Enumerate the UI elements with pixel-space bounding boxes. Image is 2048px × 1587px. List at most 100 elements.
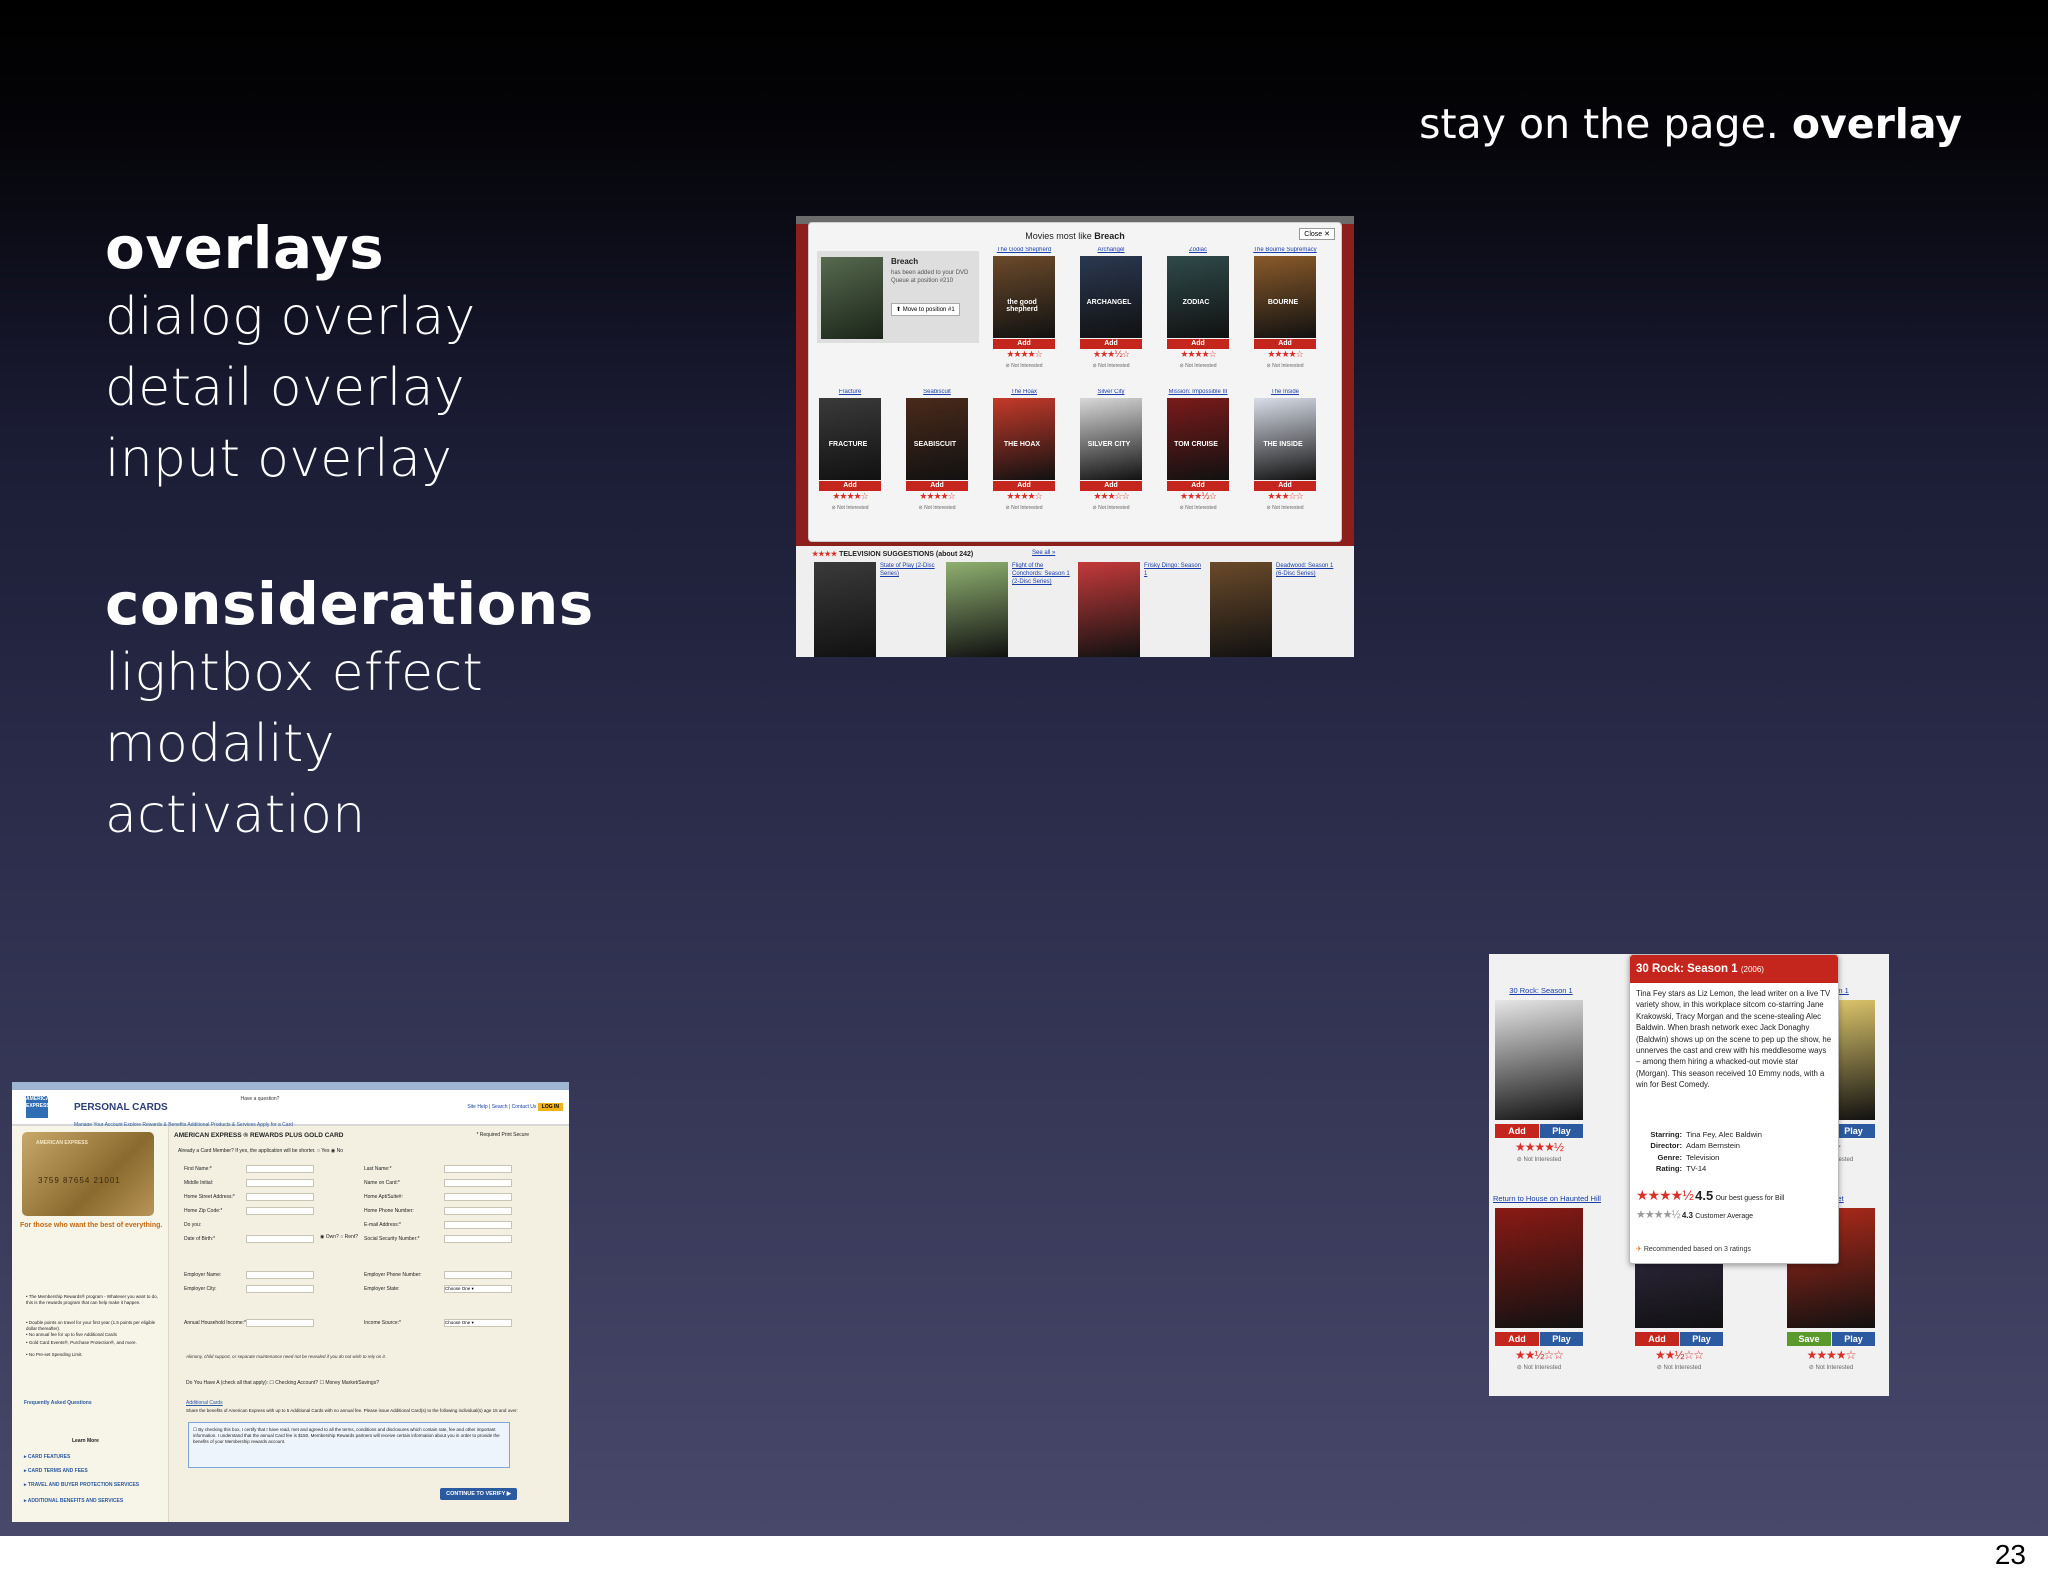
movie-card[interactable]: 30 Rock: Season 1 Add Play ★★★★½ ⊘ Not Inter… [1493, 986, 1589, 1166]
movie-poster[interactable] [1254, 398, 1316, 480]
additional-cards-link[interactable]: Additional Cards [186, 1400, 223, 1406]
star-rating[interactable]: ★★★★☆ [1787, 1348, 1875, 1362]
tv-title-link[interactable]: Deadwood: Season 1 (6-Disc Series) [1276, 562, 1334, 578]
movie-poster[interactable] [1167, 398, 1229, 480]
star-rating[interactable]: ★★★★½ [1495, 1140, 1583, 1154]
movie-card[interactable]: The Good Shepherd the good shepherd Add ★★★… [991, 247, 1057, 387]
see-all-link[interactable]: See all » [1032, 550, 1055, 556]
star-rating[interactable]: ★★★★☆ [1254, 350, 1316, 360]
terms-checkbox-box[interactable]: ☐ By checking this box, I certify that I… [188, 1422, 510, 1468]
move-to-top-button[interactable]: ⬆ Move to position #1 [891, 303, 960, 316]
movie-card[interactable]: The Inside THE INSIDE Add ★★★☆☆ ⊘ Not Intere… [1252, 389, 1318, 529]
play-button[interactable]: Play [1540, 1332, 1583, 1346]
not-interested-button[interactable]: ⊘ Not Interested [1167, 505, 1229, 511]
movie-card[interactable]: Fracture FRACTURE Add ★★★★☆ ⊘ Not Interested [817, 389, 883, 529]
movie-poster[interactable] [1495, 1000, 1583, 1120]
movie-poster[interactable] [906, 398, 968, 480]
not-interested-button[interactable]: ⊘ Not Interested [1495, 1156, 1583, 1163]
movie-poster[interactable] [1495, 1208, 1583, 1328]
movie-poster[interactable] [819, 398, 881, 480]
movie-poster[interactable] [993, 256, 1055, 338]
movie-card[interactable]: Seabiscuit SEABISCUIT Add ★★★★☆ ⊘ Not Intere… [904, 389, 970, 529]
movie-card[interactable]: Mission: Impossible III TOM CRUISE Add ★★★½… [1165, 389, 1231, 529]
add-button[interactable]: Add [1635, 1332, 1679, 1346]
star-rating[interactable]: ★★★★☆ [819, 492, 881, 502]
movie-title-link[interactable]: Mission: Impossible III [1165, 389, 1231, 395]
text-field[interactable] [444, 1193, 512, 1201]
tv-item[interactable]: Deadwood: Season 1 (6-Disc Series) [1210, 562, 1340, 657]
star-rating[interactable]: ★★★½☆ [1080, 350, 1142, 360]
text-field[interactable] [246, 1179, 314, 1187]
movie-title-link[interactable]: The Inside [1252, 389, 1318, 395]
not-interested-button[interactable]: ⊘ Not Interested [993, 505, 1055, 511]
movie-title-link[interactable]: Return to House on Haunted Hill [1493, 1194, 1601, 1203]
text-field[interactable] [246, 1207, 314, 1215]
accounts-checkboxes[interactable]: Do You Have A (check all that apply): ☐ … [186, 1380, 379, 1386]
movie-card[interactable]: The Hoax THE HOAX Add ★★★★☆ ⊘ Not Interested [991, 389, 1057, 529]
movie-title-link[interactable]: The Bourne Supremacy [1252, 247, 1318, 253]
add-button[interactable]: Save [1787, 1332, 1831, 1346]
movie-poster[interactable] [1080, 256, 1142, 338]
play-button[interactable]: Play [1832, 1332, 1875, 1346]
star-rating[interactable]: ★★½☆☆ [1495, 1348, 1583, 1362]
star-rating[interactable]: ★★½☆☆ [1635, 1348, 1723, 1362]
movie-card[interactable]: The Bourne Supremacy BOURNE Add ★★★★☆ ⊘ Not … [1252, 247, 1318, 387]
movie-poster[interactable] [1254, 256, 1316, 338]
tv-title-link[interactable]: State of Play (2-Disc Series) [880, 562, 938, 578]
add-button[interactable]: Add [1167, 339, 1229, 349]
not-interested-button[interactable]: ⊘ Not Interested [993, 363, 1055, 369]
login-button[interactable]: LOG IN [537, 1103, 563, 1111]
faq-link[interactable]: Frequently Asked Questions [24, 1400, 92, 1406]
text-field[interactable] [444, 1235, 512, 1243]
not-interested-button[interactable]: ⊘ Not Interested [1635, 1364, 1723, 1371]
movie-poster[interactable] [1080, 398, 1142, 480]
add-button[interactable]: Add [1167, 481, 1229, 491]
text-field[interactable] [444, 1165, 512, 1173]
star-rating[interactable]: ★★★☆☆ [1254, 492, 1316, 502]
star-rating[interactable]: ★★★★☆ [993, 492, 1055, 502]
movie-card[interactable]: Zodiac ZODIAC Add ★★★★☆ ⊘ Not Interested [1165, 247, 1231, 387]
tv-poster[interactable] [1210, 562, 1272, 657]
movie-title-link[interactable]: Silver City [1078, 389, 1144, 395]
add-button[interactable]: Add [1254, 339, 1316, 349]
not-interested-button[interactable]: ⊘ Not Interested [906, 505, 968, 511]
not-interested-button[interactable]: ⊘ Not Interested [1080, 363, 1142, 369]
select-field[interactable]: Choose One ▾ [444, 1285, 512, 1293]
text-field[interactable] [444, 1179, 512, 1187]
tv-title-link[interactable]: Flight of the Conchords: Season 1 (2-Dis… [1012, 562, 1070, 586]
add-button[interactable]: Add [1495, 1332, 1539, 1346]
text-field[interactable] [444, 1207, 512, 1215]
left-nav-link[interactable]: ▸ TRAVEL AND BUYER PROTECTION SERVICES [24, 1482, 164, 1488]
star-rating[interactable]: ★★★★☆ [1167, 350, 1229, 360]
left-nav-link[interactable]: ▸ CARD FEATURES [24, 1454, 164, 1460]
add-button[interactable]: Add [819, 481, 881, 491]
left-nav-link[interactable]: ▸ CARD TERMS AND FEES [24, 1468, 164, 1474]
movie-title-link[interactable]: 30 Rock: Season 1 [1493, 986, 1589, 995]
select-field[interactable]: Choose One ▾ [444, 1319, 512, 1327]
star-rating[interactable]: ★★★★☆ [993, 350, 1055, 360]
text-field[interactable] [246, 1235, 314, 1243]
add-button[interactable]: Add [1495, 1124, 1539, 1138]
play-button[interactable]: Play [1540, 1124, 1583, 1138]
not-interested-button[interactable]: ⊘ Not Interested [1254, 505, 1316, 511]
movie-title-link[interactable]: The Good Shepherd [991, 247, 1057, 253]
movie-card[interactable]: Archangel ARCHANGEL Add ★★★½☆ ⊘ Not Interest… [1078, 247, 1144, 387]
own-rent-radio[interactable]: ◉ Own? ○ Rent? [320, 1234, 358, 1240]
add-button[interactable]: Add [906, 481, 968, 491]
star-rating[interactable]: ★★★☆☆ [1080, 492, 1142, 502]
movie-poster[interactable] [993, 398, 1055, 480]
learn-more-button[interactable]: Learn More [72, 1438, 99, 1444]
text-field[interactable] [246, 1285, 314, 1293]
star-rating[interactable]: ★★★½☆ [1167, 492, 1229, 502]
text-field[interactable] [444, 1271, 512, 1279]
tv-poster[interactable] [946, 562, 1008, 657]
close-button[interactable]: Close ✕ [1299, 228, 1335, 240]
text-field[interactable] [246, 1165, 314, 1173]
tv-item[interactable]: State of Play (2-Disc Series) [814, 562, 944, 657]
add-button[interactable]: Add [1080, 481, 1142, 491]
movie-title-link[interactable]: Fracture [817, 389, 883, 395]
movie-title-link[interactable]: The Hoax [991, 389, 1057, 395]
not-interested-button[interactable]: ⊘ Not Interested [1080, 505, 1142, 511]
continue-button[interactable]: CONTINUE TO VERIFY ▶ [440, 1488, 517, 1500]
tv-poster[interactable] [1078, 562, 1140, 657]
